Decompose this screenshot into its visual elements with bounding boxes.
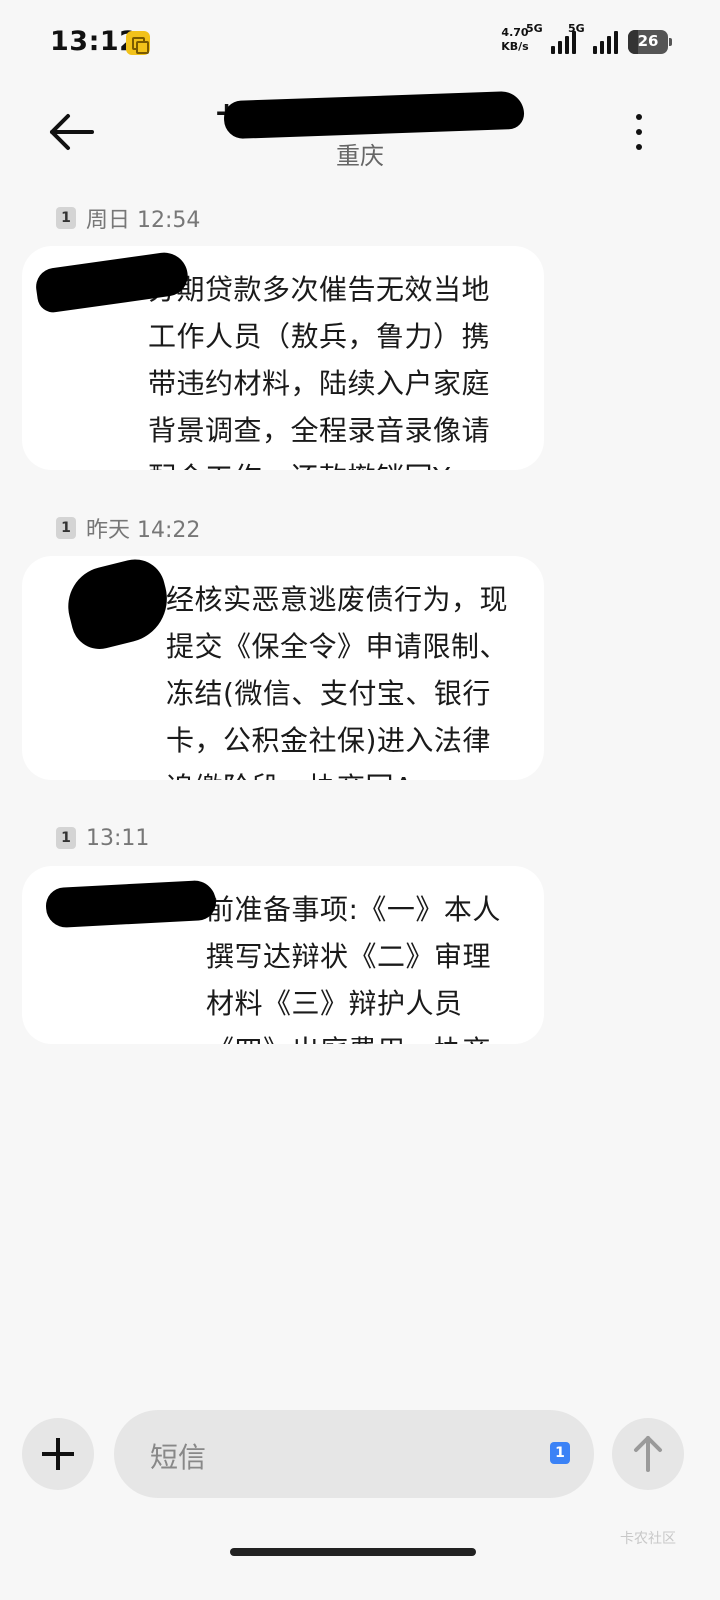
message-bubble[interactable]: 前准备事项:《一》本人撰写达辩状《二》审理材料《三》辩护人员《四》出庭费用，协商… xyxy=(22,866,544,1044)
timestamp-text: 周日 12:54 xyxy=(86,208,201,233)
status-bar: 13:12 4.70 KB/s 5G 5G 26 xyxy=(0,0,720,84)
watermark: 卡农社区 xyxy=(620,1531,676,1547)
timestamp-text: 昨天 14:22 xyxy=(86,518,201,543)
sim-selector-button[interactable]: 1 xyxy=(550,1442,570,1464)
message-bubble[interactable]: 分期贷款多次催告无效当地工作人员（敖兵，鲁力）携带违约材料，陆续入户家庭背景调查… xyxy=(22,246,544,470)
more-options-button[interactable] xyxy=(624,110,654,154)
battery-percentage: 26 xyxy=(637,32,659,50)
message-input[interactable]: 短信 1 xyxy=(114,1410,594,1498)
copy-notification-icon xyxy=(126,31,150,55)
home-indicator[interactable] xyxy=(230,1548,476,1556)
add-attachment-button[interactable] xyxy=(22,1418,94,1490)
message-timestamp: 1 昨天 14:22 xyxy=(56,514,201,543)
signal-strength-icon-2: 5G xyxy=(568,22,618,56)
message-bubble[interactable]: 经核实恶意逃废债行为，现提交《保全令》申请限制、冻结(微信、支付宝、银行卡，公积… xyxy=(22,556,544,780)
back-button[interactable] xyxy=(44,104,100,160)
contact-location: 重庆 xyxy=(336,142,384,170)
network-type-label-2: 5G xyxy=(568,22,585,35)
contact-name[interactable]: + xyxy=(214,90,525,140)
arrow-left-icon xyxy=(50,114,94,150)
message-timestamp: 1 13:11 xyxy=(56,824,149,852)
sim-badge: 1 xyxy=(56,207,76,229)
message-input-placeholder: 短信 xyxy=(150,1441,207,1474)
conversation-header: + 重庆 xyxy=(0,84,720,184)
battery-icon: 26 xyxy=(628,30,672,54)
send-button[interactable] xyxy=(612,1418,684,1490)
network-type-label: 5G xyxy=(526,22,543,35)
sim-badge: 1 xyxy=(56,517,76,539)
arrow-up-icon xyxy=(634,1436,662,1472)
sim-badge: 1 xyxy=(56,827,76,849)
timestamp-text: 13:11 xyxy=(86,825,150,851)
redaction-mark xyxy=(223,90,525,140)
message-timestamp: 1 周日 12:54 xyxy=(56,204,201,233)
